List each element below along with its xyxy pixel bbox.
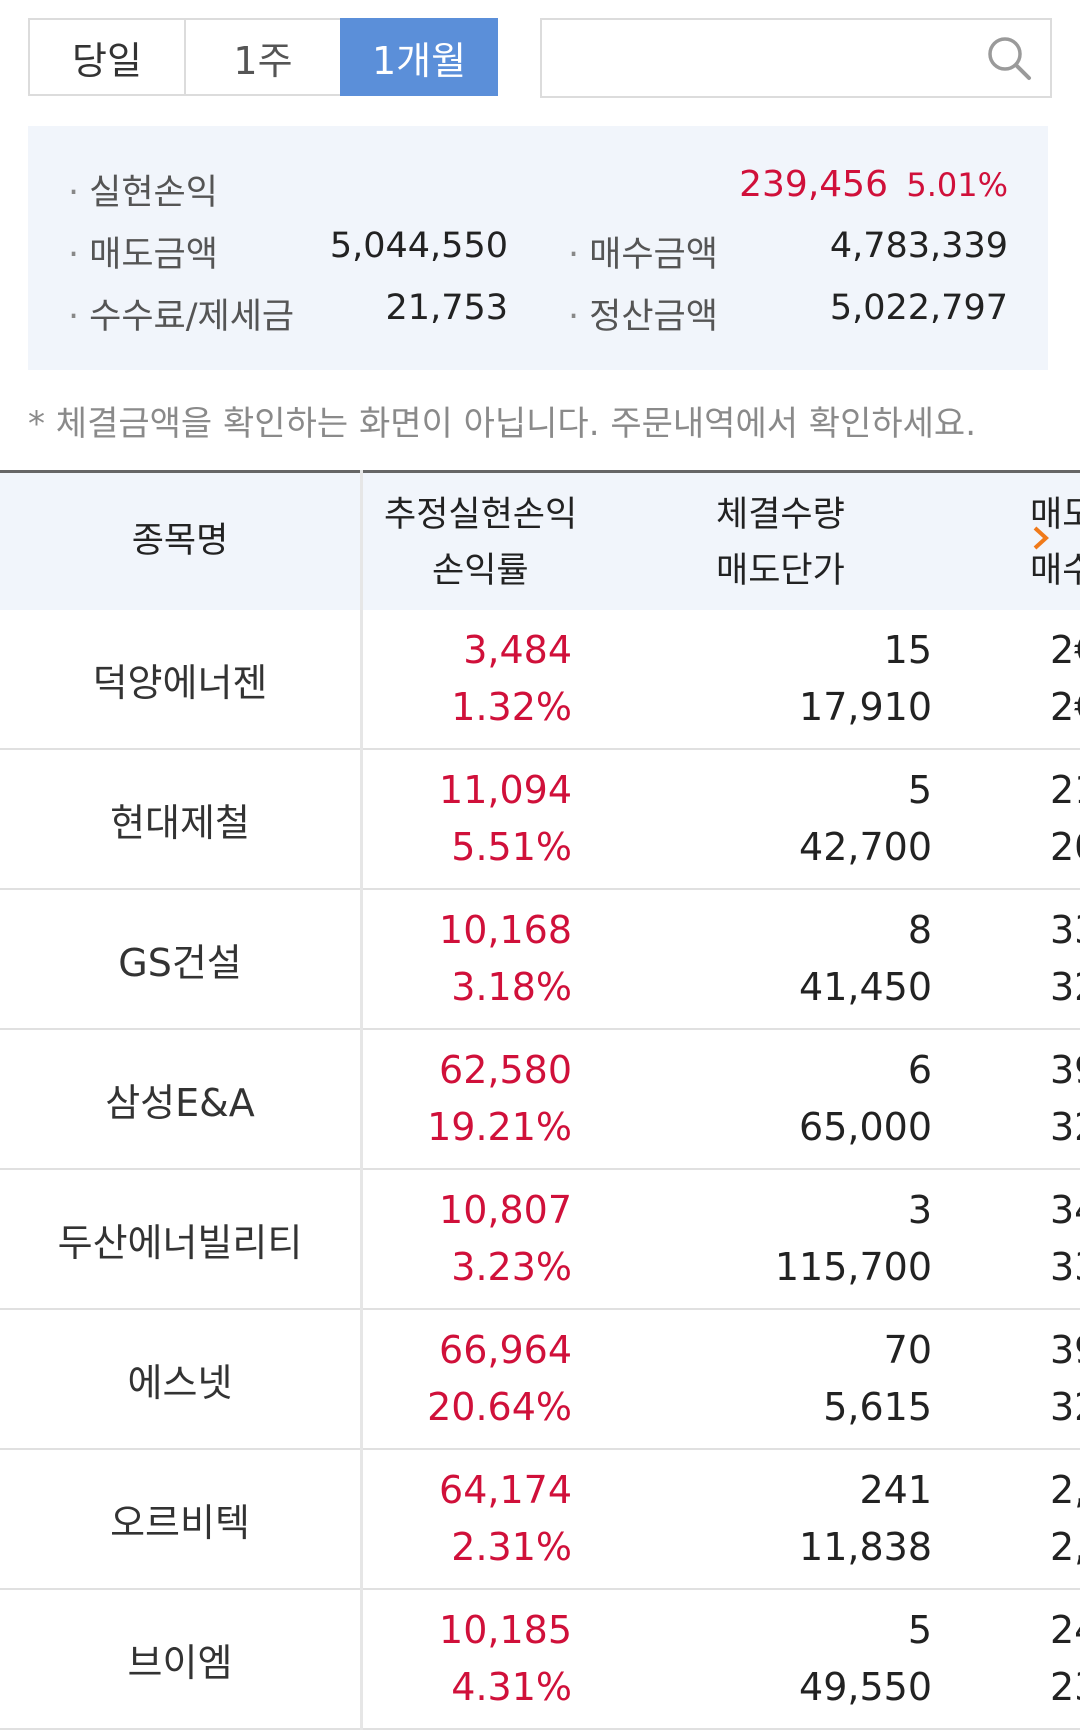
buy-amount: 20 [1050,825,1080,869]
table-row[interactable]: 삼성E&A 62,580 19.21% 6 65,000 39 32 [0,1030,1080,1170]
sell-price: 5,615 [823,1385,932,1429]
stock-name: 삼성E&A [105,1081,255,1125]
summary-panel: 실현손익 239,456 5.01% 매도금액 5,044,550 매수금액 4… [28,126,1048,370]
stock-name: 현대제철 [110,801,250,845]
table-row[interactable]: 덕양에너젠 3,484 1.32% 15 17,910 2€ 2€ [0,610,1080,750]
fee-tax-value: 21,753 [385,288,508,328]
profit-rate: 1.32% [451,685,572,729]
stock-name: GS건설 [118,941,242,985]
table-row[interactable]: 브이엠 10,185 4.31% 5 49,550 24 23 [0,1590,1080,1730]
buy-amount: 32 [1050,1105,1080,1149]
stock-name: 덕양에너젠 [92,661,268,705]
buy-amount: 2€ [1050,685,1080,729]
est-realized-pl: 10,185 [439,1608,572,1652]
trade-table[interactable]: 종목명 추정실현손익 손익률 체결수량 매도단가 매도 매수 덕양에너젠 3,48… [0,470,1080,1730]
sell-price: 42,700 [799,825,932,869]
summary-row-sell-buy: 매도금액 5,044,550 매수금액 4,783,339 [28,226,1048,276]
table-row[interactable]: 오르비텍 64,174 2.31% 241 11,838 2,85 2,77 [0,1450,1080,1590]
table-header: 종목명 추정실현손익 손익률 체결수량 매도단가 매도 매수 [0,470,1080,610]
fee-tax-label: 수수료/제세금 [68,288,294,339]
stock-name: 에스넷 [127,1361,233,1405]
fill-quantity: 241 [859,1468,932,1512]
profit-rate: 5.51% [451,825,572,869]
est-realized-pl: 10,168 [439,908,572,952]
fill-quantity: 6 [907,1048,932,1092]
sell-amount: 24 [1050,1608,1080,1652]
buy-amount: 23 [1050,1665,1080,1709]
search-box [540,18,1052,98]
sell-price: 65,000 [799,1105,932,1149]
summary-row-realized: 실현손익 239,456 5.01% [28,164,1048,214]
buy-amount-value: 4,783,339 [829,226,1008,266]
est-realized-pl: 3,484 [463,628,572,672]
fill-quantity: 5 [907,768,932,812]
column-divider [360,470,363,1730]
table-row[interactable]: 두산에너빌리티 10,807 3.23% 3 115,700 34 33 [0,1170,1080,1310]
sell-amount: 21 [1050,768,1080,812]
sell-price: 49,550 [799,1665,932,1709]
tab-today[interactable]: 당일 [28,18,186,96]
search-input[interactable] [558,20,982,92]
realized-pl-rate: 5.01% [906,166,1008,204]
table-row[interactable]: 에스넷 66,964 20.64% 70 5,615 39 32 [0,1310,1080,1450]
sell-price: 41,450 [799,965,932,1009]
notice-text: * 체결금액을 확인하는 화면이 아닙니다. 주문내역에서 확인하세요. [28,404,977,444]
est-realized-pl: 10,807 [439,1188,572,1232]
est-realized-pl: 64,174 [439,1468,572,1512]
realized-pl-label: 실현손익 [68,164,218,215]
table-row[interactable]: 현대제철 11,094 5.51% 5 42,700 21 20 [0,750,1080,890]
sell-price: 11,838 [799,1525,932,1569]
header-rate: 손익률 [432,551,529,591]
period-tabs: 당일 1주 1개월 [28,18,498,98]
sell-amount-value: 5,044,550 [329,226,508,266]
profit-rate: 3.18% [451,965,572,1009]
sell-amount: 34 [1050,1188,1080,1232]
sell-price: 115,700 [774,1245,932,1289]
profit-rate: 4.31% [451,1665,572,1709]
buy-amount-label: 매수금액 [568,226,718,277]
profit-rate: 20.64% [427,1385,572,1429]
fill-quantity: 15 [883,628,932,672]
est-realized-pl: 66,964 [439,1328,572,1372]
header-pl: 추정실현손익 [384,495,578,535]
header-buy-amt: 매수 [1030,551,1080,591]
buy-amount: 2,77 [1050,1525,1080,1569]
buy-amount: 32 [1050,965,1080,1009]
fill-quantity: 70 [883,1328,932,1372]
sell-amount-label: 매도금액 [68,226,218,277]
table-row[interactable]: GS건설 10,168 3.18% 8 41,450 33 32 [0,890,1080,1030]
settle-amount-value: 5,022,797 [829,288,1008,328]
est-realized-pl: 11,094 [439,768,572,812]
header-qty: 체결수량 [716,495,845,535]
realized-pl-value: 239,456 [739,164,888,205]
chevron-right-icon[interactable] [1030,525,1052,551]
summary-row-fee-settle: 수수료/제세금 21,753 정산금액 5,022,797 [28,288,1048,338]
fill-quantity: 8 [907,908,932,952]
sell-amount: 33 [1050,908,1080,952]
profit-rate: 2.31% [451,1525,572,1569]
stock-name: 브이엠 [127,1641,233,1685]
header-name: 종목명 [131,521,229,561]
fill-quantity: 3 [907,1188,932,1232]
buy-amount: 33 [1050,1245,1080,1289]
profit-rate: 19.21% [427,1105,572,1149]
tab-1month[interactable]: 1개월 [340,18,498,96]
sell-amount: 2€ [1050,628,1080,672]
sell-price: 17,910 [799,685,932,729]
stock-name: 두산에너빌리티 [57,1221,303,1265]
fill-quantity: 5 [907,1608,932,1652]
header-price: 매도단가 [716,551,845,591]
stock-name: 오르비텍 [110,1501,250,1545]
buy-amount: 32 [1050,1385,1080,1429]
sell-amount: 39 [1050,1328,1080,1372]
settle-amount-label: 정산금액 [568,288,718,339]
sell-amount: 2,85 [1050,1468,1080,1512]
est-realized-pl: 62,580 [439,1048,572,1092]
sell-amount: 39 [1050,1048,1080,1092]
search-icon[interactable] [984,33,1034,83]
tab-1week[interactable]: 1주 [184,18,342,96]
profit-rate: 3.23% [451,1245,572,1289]
